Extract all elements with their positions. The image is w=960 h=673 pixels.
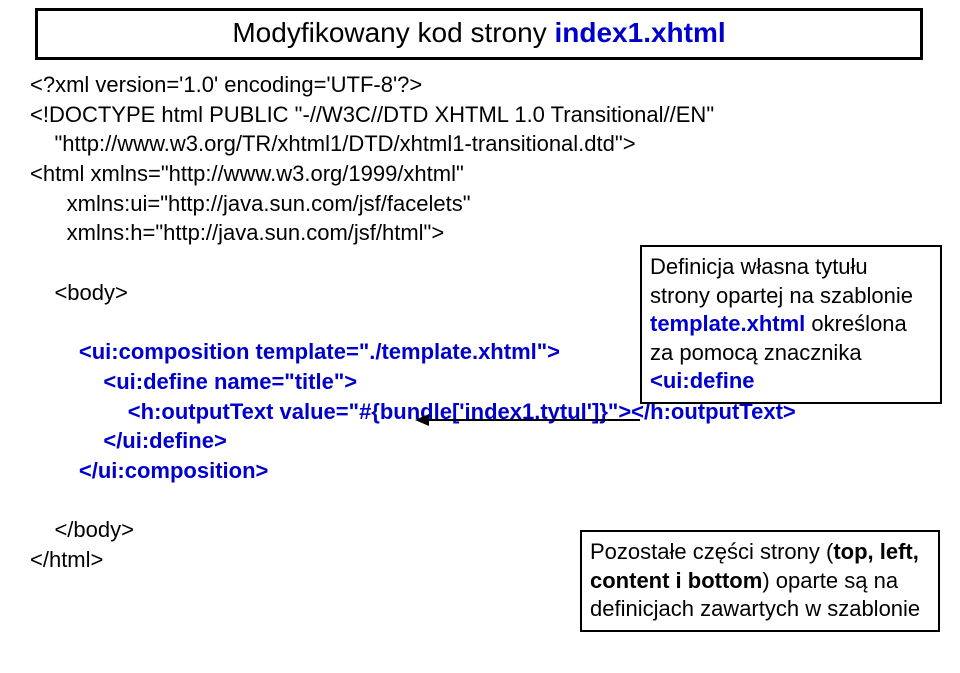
title-text-pre: Modyfikowany kod strony [232,17,554,48]
code-line-11: </ui:define> [30,428,227,453]
annot1-blue2: <ui:define [650,368,755,393]
annot1-text1: Definicja własna tytułu strony opartej n… [650,254,913,308]
code-line-7: <body> [30,280,128,305]
code-line-8: <ui:composition template="./template.xht… [30,339,560,364]
title-filename: index1.xhtml [554,17,725,48]
code-line-1: <?xml version='1.0' encoding='UTF-8'?> [30,72,422,97]
code-line-12: </ui:composition> [30,458,268,483]
code-line-4: <html xmlns="http://www.w3.org/1999/xhtm… [30,161,464,186]
annot2-text1: Pozostałe części strony ( [590,539,833,564]
code-line-13: </body> [30,517,134,542]
code-line-3: "http://www.w3.org/TR/xhtml1/DTD/xhtml1-… [30,131,636,156]
title-box: Modyfikowany kod strony index1.xhtml [35,8,923,60]
annotation-remaining: Pozostałe części strony (top, left, cont… [580,530,940,632]
annot1-blue1: template.xhtml [650,311,805,336]
code-line-2: <!DOCTYPE html PUBLIC "-//W3C//DTD XHTML… [30,102,714,127]
page-title: Modyfikowany kod strony index1.xhtml [232,17,725,48]
code-line-5: xmlns:ui="http://java.sun.com/jsf/facele… [30,191,471,216]
annotation-definition: Definicja własna tytułu strony opartej n… [640,245,942,404]
code-line-6: xmlns:h="http://java.sun.com/jsf/html"> [30,220,444,245]
code-line-9: <ui:define name="title"> [30,369,357,394]
code-line-14: </html> [30,547,103,572]
